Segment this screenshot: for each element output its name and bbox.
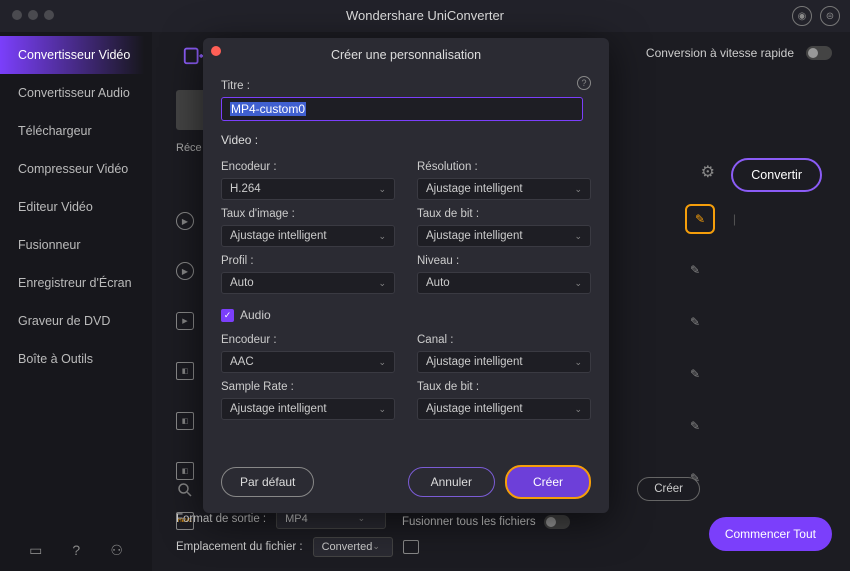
chat-icon[interactable]: ⊜ <box>820 6 840 26</box>
titlebar: Wondershare UniConverter <box>0 0 850 32</box>
audio-encoder-label: Encodeur : <box>221 334 395 346</box>
sidebar-item-dvd-burner[interactable]: Graveur de DVD <box>0 302 152 340</box>
play-icon[interactable]: ▶ <box>176 212 194 230</box>
minimize-dot[interactable] <box>28 10 38 20</box>
people-icon[interactable]: ⚇ <box>110 542 123 559</box>
framerate-select[interactable]: Ajustage intelligent⌄ <box>221 225 395 247</box>
search-icon[interactable] <box>176 481 196 501</box>
sidebar-item-screen-recorder[interactable]: Enregistreur d'Écran <box>0 264 152 302</box>
resolution-select[interactable]: Ajustage intelligent⌄ <box>417 178 591 200</box>
encoder-label: Encodeur : <box>221 161 395 173</box>
samplerate-select[interactable]: Ajustage intelligent⌄ <box>221 398 395 420</box>
channel-label: Canal : <box>417 334 591 346</box>
recent-label: Réce <box>176 142 202 154</box>
edit-icon-highlighted[interactable]: ✎ <box>685 204 715 234</box>
divider: | <box>733 212 736 226</box>
dialog-close-icon[interactable] <box>211 46 221 56</box>
edit-icon[interactable]: ✎ <box>685 364 705 384</box>
video-bitrate-select[interactable]: Ajustage intelligent⌄ <box>417 225 591 247</box>
user-icon[interactable]: ◉ <box>792 6 812 26</box>
sidebar-item-video-converter[interactable]: Convertisseur Vidéo <box>0 36 152 74</box>
audio-checkbox[interactable]: ✓ <box>221 309 234 322</box>
video-section-label: Video : <box>221 133 591 147</box>
merge-label: Fusionner tous les fichiers <box>402 516 536 528</box>
profile-select[interactable]: Auto⌄ <box>221 272 395 294</box>
video-bitrate-label: Taux de bit : <box>417 208 591 220</box>
settings-icon[interactable]: ⚙ <box>701 162 715 182</box>
merge-toggle[interactable] <box>544 515 570 529</box>
samplerate-label: Sample Rate : <box>221 381 395 393</box>
title-input[interactable]: MP4-custom0 <box>221 97 583 121</box>
edit-icon[interactable]: ✎ <box>685 312 705 332</box>
create-button[interactable]: Créer <box>505 465 591 499</box>
dialog-title: Créer une personnalisation <box>221 48 591 62</box>
sidebar-item-merger[interactable]: Fusionneur <box>0 226 152 264</box>
customization-dialog: Créer une personnalisation ? Titre : MP4… <box>203 38 609 513</box>
close-dot[interactable] <box>12 10 22 20</box>
sidebar-item-video-editor[interactable]: Editeur Vidéo <box>0 188 152 226</box>
default-button[interactable]: Par défaut <box>221 467 314 497</box>
sidebar-item-downloader[interactable]: Téléchargeur <box>0 112 152 150</box>
sidebar-item-audio-converter[interactable]: Convertisseur Audio <box>0 74 152 112</box>
cancel-button[interactable]: Annuler <box>408 467 495 497</box>
encoder-select[interactable]: H.264⌄ <box>221 178 395 200</box>
framerate-label: Taux d'image : <box>221 208 395 220</box>
profile-label: Profil : <box>221 255 395 267</box>
add-file-icon[interactable] <box>182 44 204 66</box>
audio-bitrate-label: Taux de bit : <box>417 381 591 393</box>
audio-encoder-select[interactable]: AAC⌄ <box>221 351 395 373</box>
speed-toggle[interactable] <box>806 46 832 60</box>
convert-button[interactable]: Convertir <box>731 158 822 192</box>
help-icon[interactable]: ? <box>577 76 591 90</box>
book-icon[interactable]: ▭ <box>29 542 42 559</box>
level-select[interactable]: Auto⌄ <box>417 272 591 294</box>
sidebar: Convertisseur Vidéo Convertisseur Audio … <box>0 32 152 571</box>
resolution-label: Résolution : <box>417 161 591 173</box>
level-label: Niveau : <box>417 255 591 267</box>
location-label: Emplacement du fichier : <box>176 541 303 553</box>
audio-check-label: Audio <box>240 308 271 322</box>
maximize-dot[interactable] <box>44 10 54 20</box>
format-icon-1[interactable]: ◧ <box>176 362 194 380</box>
speed-label: Conversion à vitesse rapide <box>646 46 794 60</box>
sidebar-item-video-compressor[interactable]: Compresseur Vidéo <box>0 150 152 188</box>
format-icon-2[interactable]: ◧ <box>176 412 194 430</box>
create-small-button[interactable]: Créer <box>637 477 700 501</box>
output-format-label: Format de sortie : <box>176 513 266 525</box>
sidebar-item-toolbox[interactable]: Boîte à Outils <box>0 340 152 378</box>
location-select[interactable]: Converted⌄ <box>313 537 393 557</box>
edit-icon[interactable]: ✎ <box>685 416 705 436</box>
channel-select[interactable]: Ajustage intelligent⌄ <box>417 351 591 373</box>
play-icon-2[interactable]: ▶ <box>176 262 194 280</box>
edit-icon[interactable]: ✎ <box>685 260 705 280</box>
window-controls[interactable] <box>12 10 54 20</box>
screen-icon[interactable]: ▶ <box>176 312 194 330</box>
start-all-button[interactable]: Commencer Tout <box>709 517 832 551</box>
folder-icon[interactable] <box>403 540 419 554</box>
format-icon-3[interactable]: ◧ <box>176 462 194 480</box>
title-field-label: Titre : <box>221 80 591 92</box>
audio-bitrate-select[interactable]: Ajustage intelligent⌄ <box>417 398 591 420</box>
help-icon[interactable]: ? <box>72 542 80 559</box>
